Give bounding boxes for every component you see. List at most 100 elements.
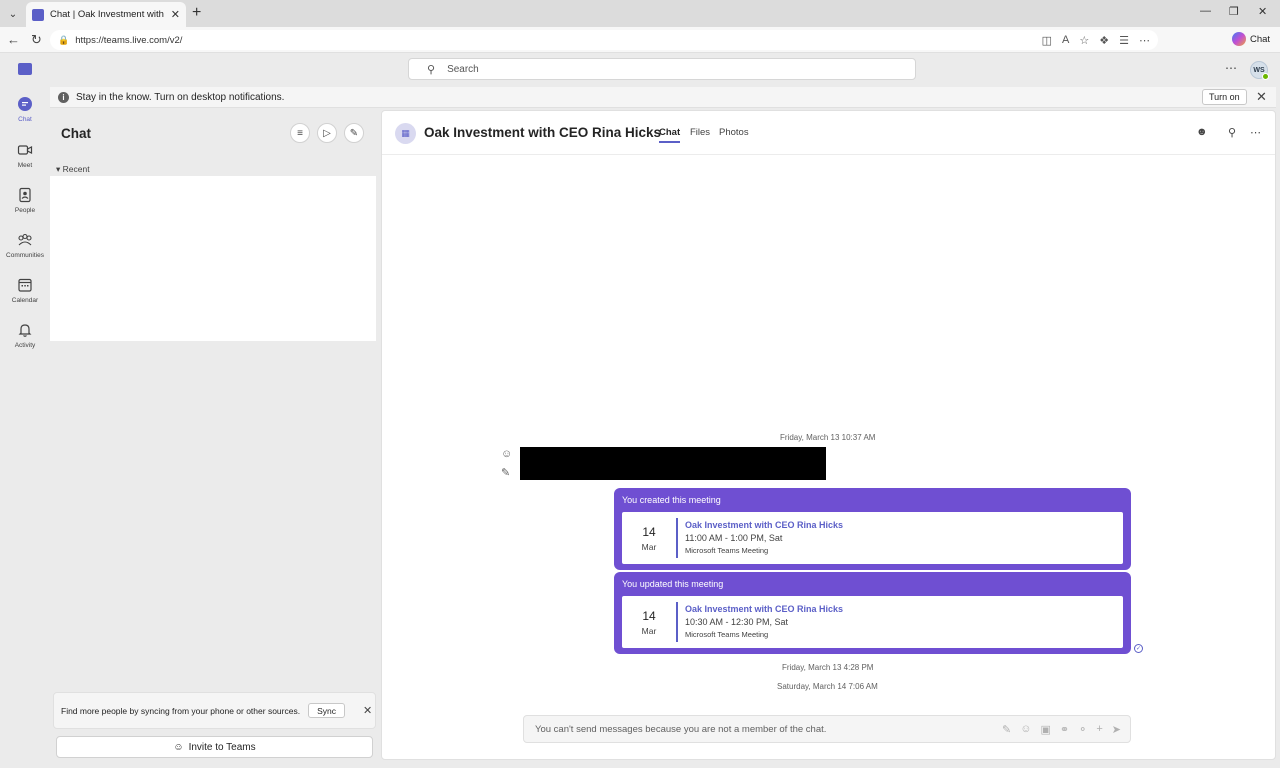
browser-tab-bar: ⌄ Chat | Oak Investment with CEO R ✕ + —… xyxy=(0,0,1280,27)
meeting-card[interactable]: 14 Mar Oak Investment with CEO Rina Hick… xyxy=(622,596,1123,648)
app-install-icon[interactable]: ◫ xyxy=(1042,34,1052,47)
meeting-type: Microsoft Teams Meeting xyxy=(685,630,769,639)
maximize-icon[interactable]: ❐ xyxy=(1229,5,1239,18)
compose-disabled-text: You can't send messages because you are … xyxy=(535,723,827,735)
notification-banner: i Stay in the know. Turn on desktop noti… xyxy=(50,87,1276,108)
tab-chat[interactable]: Chat xyxy=(659,127,681,143)
recent-section-header[interactable]: ▾ Recent xyxy=(56,164,90,175)
meeting-type: Microsoft Teams Meeting xyxy=(685,546,769,555)
attach-icon: ⚭ xyxy=(1059,723,1070,736)
meeting-card[interactable]: 14 Mar Oak Investment with CEO Rina Hick… xyxy=(622,512,1123,564)
rail-label-communities: Communities xyxy=(6,252,44,259)
banner-text: Stay in the know. Turn on desktop notifi… xyxy=(76,91,285,103)
rail-item-calendar[interactable]: Calendar xyxy=(0,276,50,304)
recent-label: Recent xyxy=(62,164,90,174)
meeting-time: 10:30 AM - 12:30 PM, Sat xyxy=(685,617,789,627)
meeting-divider xyxy=(676,602,678,642)
participants-icon[interactable]: ☻ xyxy=(1196,126,1208,138)
teams-logo-icon xyxy=(18,63,32,75)
search-chat-icon[interactable]: ⚲ xyxy=(1228,126,1236,139)
window-close-icon[interactable]: ✕ xyxy=(1258,5,1267,18)
rail-item-chat[interactable]: Chat xyxy=(0,95,50,123)
send-icon: ➤ xyxy=(1111,723,1121,736)
plus-icon: + xyxy=(1096,722,1103,735)
caret-down-icon: ▾ xyxy=(56,164,61,174)
conversation-panel: ▦ Oak Investment with CEO Rina Hicks Cha… xyxy=(381,110,1276,760)
invite-to-teams-button[interactable]: ☺ Invite to Teams xyxy=(56,736,373,758)
image-icon: ▣ xyxy=(1040,723,1051,736)
rail-item-people[interactable]: People xyxy=(0,186,50,214)
copilot-chat-button[interactable]: Chat xyxy=(1232,32,1270,46)
meeting-header: You created this meeting xyxy=(622,495,721,505)
tab-actions-chevron-icon[interactable]: ⌄ xyxy=(4,5,22,23)
communities-icon xyxy=(16,231,34,249)
redacted-message xyxy=(520,447,826,480)
timestamp: Saturday, March 14 7:06 AM xyxy=(777,682,878,691)
minimize-icon[interactable]: — xyxy=(1200,5,1211,17)
tab-title: Chat | Oak Investment with CEO R xyxy=(50,9,167,20)
more-browser-icon[interactable]: ⋯ xyxy=(1139,34,1150,47)
meeting-time: 11:00 AM - 1:00 PM, Sat xyxy=(685,533,783,543)
chat-list-title: Chat xyxy=(61,126,91,141)
url-field[interactable]: 🔒 https://teams.live.com/v2/ ◫ A ☆ ❖ ☰ ⋯ xyxy=(50,30,1158,50)
url-text: https://teams.live.com/v2/ xyxy=(75,34,183,46)
rail-item-meet[interactable]: Meet xyxy=(0,141,50,169)
pencil-icon: ✎ xyxy=(501,467,511,479)
more-options-icon[interactable]: ⋯ xyxy=(1250,126,1261,139)
emoji-icon: ☺ xyxy=(1020,722,1032,735)
tab-photos[interactable]: Photos xyxy=(719,127,749,138)
search-placeholder: Search xyxy=(447,63,479,75)
rail-label-chat: Chat xyxy=(18,116,32,123)
rail-label-calendar: Calendar xyxy=(11,297,39,304)
info-icon: i xyxy=(58,91,69,103)
search-icon: ⚲ xyxy=(427,63,436,76)
favorite-star-icon[interactable]: ☆ xyxy=(1079,34,1089,47)
sync-dismiss-icon[interactable]: ✕ xyxy=(363,704,372,717)
rail-item-activity[interactable]: Activity xyxy=(0,321,50,349)
meeting-title-link[interactable]: Oak Investment with CEO Rina Hicks xyxy=(685,520,843,530)
favorites-icon[interactable]: ☰ xyxy=(1119,34,1129,47)
banner-close-icon[interactable]: ✕ xyxy=(1256,89,1267,105)
conversation-header: ▦ Oak Investment with CEO Rina Hicks Cha… xyxy=(382,111,1275,155)
format-icon: ✎ xyxy=(1002,723,1012,736)
filter-icon[interactable]: ≡ xyxy=(290,123,310,143)
settings-more-icon[interactable]: ⋯ xyxy=(1225,61,1237,75)
person-settings-icon: ☺ xyxy=(501,448,513,460)
app-rail: Chat Meet People Communities Calendar Ac… xyxy=(0,53,50,768)
add-person-icon: ☺ xyxy=(173,741,184,753)
meet-now-icon[interactable]: ▷ xyxy=(317,123,337,143)
copilot-icon xyxy=(1232,32,1246,46)
sync-button[interactable]: Sync xyxy=(308,703,345,718)
tab-close-icon[interactable]: ✕ xyxy=(171,8,180,21)
sync-contacts-card: Find more people by syncing from your ph… xyxy=(53,692,376,729)
loop-icon: ⚬ xyxy=(1078,723,1088,736)
meeting-updated-card[interactable]: You updated this meeting 14 Mar Oak Inve… xyxy=(614,572,1131,654)
meeting-header: You updated this meeting xyxy=(622,579,724,589)
sync-text: Find more people by syncing from your ph… xyxy=(61,705,301,716)
presence-available-icon xyxy=(1262,73,1269,80)
turn-on-button[interactable]: Turn on xyxy=(1202,89,1247,105)
rail-item-communities[interactable]: Communities xyxy=(0,231,50,259)
address-bar-row: ← ↻ 🔒 https://teams.live.com/v2/ ◫ A ☆ ❖… xyxy=(0,27,1280,53)
meeting-divider xyxy=(676,518,678,558)
refresh-icon[interactable]: ↻ xyxy=(31,32,42,48)
new-tab-icon[interactable]: + xyxy=(192,4,201,22)
invite-label: Invite to Teams xyxy=(188,741,256,753)
new-chat-icon[interactable]: ✎ xyxy=(344,123,364,143)
back-icon[interactable]: ← xyxy=(7,32,20,47)
extensions-icon[interactable]: ❖ xyxy=(1099,34,1109,47)
people-icon xyxy=(16,186,34,204)
copilot-chat-label: Chat xyxy=(1250,33,1271,45)
rail-label-people: People xyxy=(14,207,36,214)
meeting-title-link[interactable]: Oak Investment with CEO Rina Hicks xyxy=(685,604,843,614)
search-input[interactable]: ⚲ Search xyxy=(408,58,916,80)
avatar[interactable]: WS xyxy=(1250,61,1269,80)
tab-files[interactable]: Files xyxy=(690,127,710,138)
meeting-created-card[interactable]: You created this meeting 14 Mar Oak Inve… xyxy=(614,488,1131,570)
meeting-chat-icon: ▦ xyxy=(395,123,416,144)
meeting-month: Mar xyxy=(641,625,657,636)
timestamp: Friday, March 13 10:37 AM xyxy=(780,433,876,442)
read-aloud-icon[interactable]: A xyxy=(1062,34,1069,47)
conversation-title: Oak Investment with CEO Rina Hicks xyxy=(424,125,662,140)
browser-tab[interactable]: Chat | Oak Investment with CEO R ✕ xyxy=(26,2,186,27)
